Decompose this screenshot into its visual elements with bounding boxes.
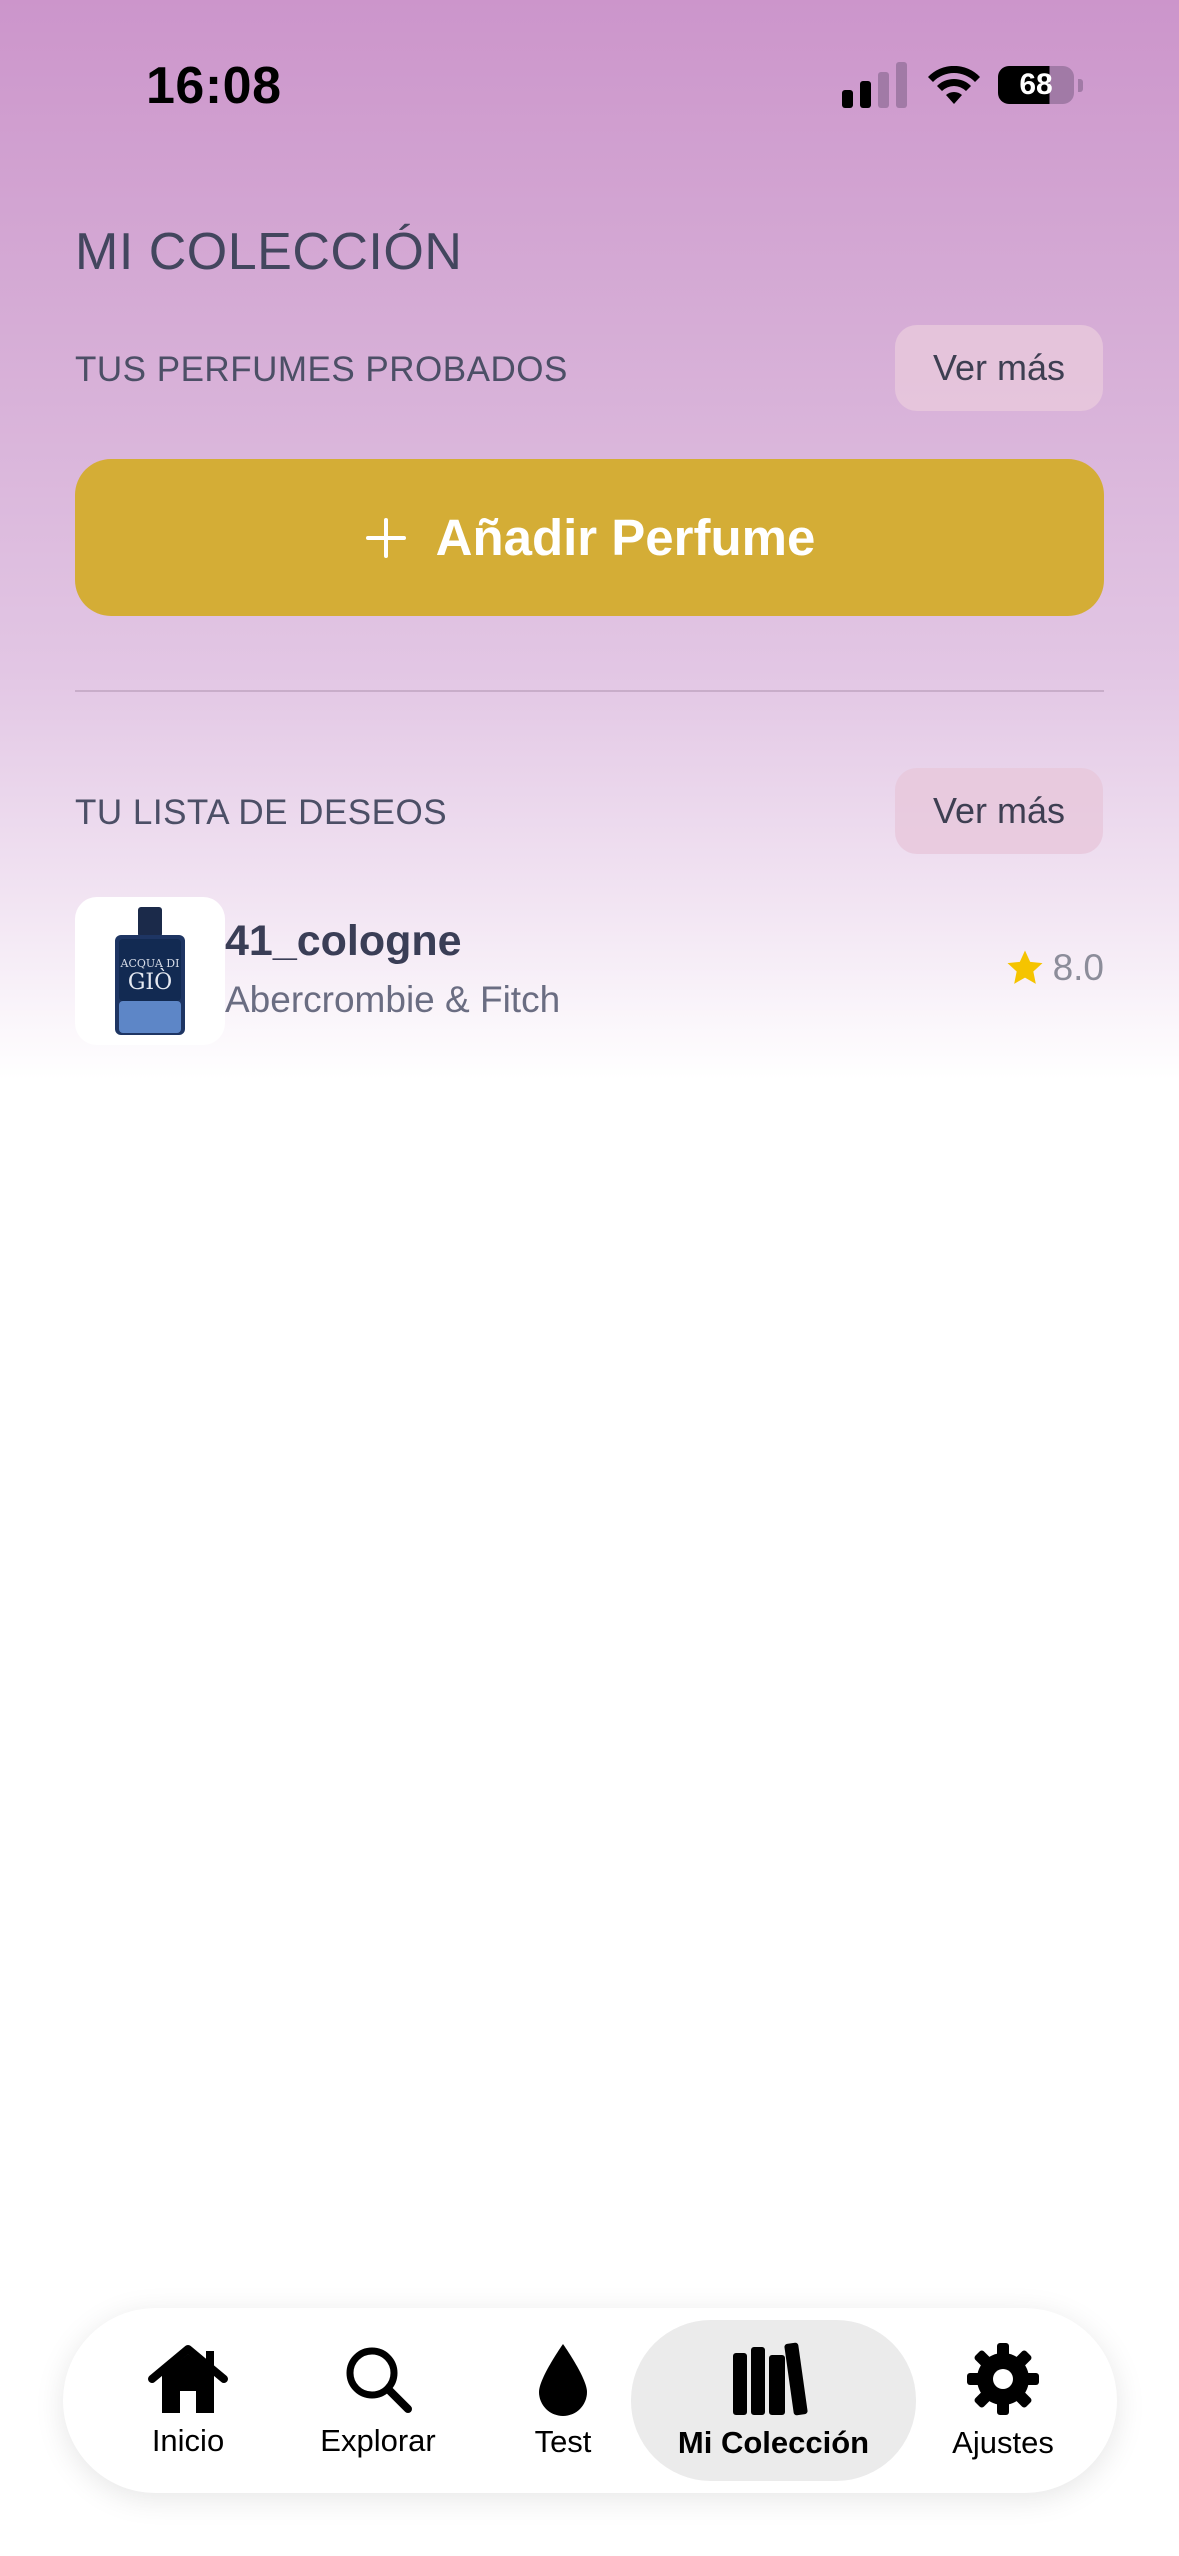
home-icon — [148, 2344, 228, 2413]
page-title: MI COLECCIÓN — [75, 223, 463, 281]
tab-label-explorar: Explorar — [320, 2422, 436, 2458]
tab-label-test: Test — [534, 2423, 592, 2459]
tab-ajustes[interactable]: Ajustes — [933, 2308, 1073, 2493]
gear-icon — [967, 2342, 1039, 2415]
wishlist-see-more-button[interactable]: Ver más — [895, 768, 1103, 854]
svg-text:ACQUA DI: ACQUA DI — [120, 957, 180, 970]
tab-inicio[interactable]: Inicio — [118, 2308, 258, 2493]
battery-indicator: 68 — [998, 66, 1074, 104]
section-divider — [75, 690, 1104, 692]
perfume-rating: 8.0 — [1005, 947, 1104, 989]
bottom-tab-bar: Inicio Explorar Test Mi Colección Ajuste… — [63, 2308, 1117, 2493]
plus-icon — [364, 516, 408, 560]
add-perfume-button[interactable]: Añadir Perfume — [75, 459, 1104, 616]
tab-explorar[interactable]: Explorar — [298, 2308, 458, 2493]
status-time: 16:08 — [146, 57, 282, 115]
drop-icon — [539, 2343, 587, 2416]
wishlist-item[interactable]: ACQUA DI GIÒ 41_cologne Abercrombie & Fi… — [75, 897, 1104, 1047]
add-perfume-label: Añadir Perfume — [435, 509, 816, 566]
star-icon — [1005, 948, 1045, 988]
wifi-icon — [928, 66, 980, 104]
tab-label-ajustes: Ajustes — [952, 2424, 1054, 2460]
tab-label-inicio: Inicio — [151, 2422, 225, 2458]
perfume-name: 41_cologne — [225, 917, 462, 965]
svg-text:GIÒ: GIÒ — [128, 968, 172, 995]
status-icons: 68 — [842, 62, 1083, 112]
tab-test[interactable]: Test — [503, 2308, 623, 2493]
rating-value: 8.0 — [1052, 947, 1104, 988]
books-icon — [732, 2342, 808, 2415]
search-icon — [346, 2347, 412, 2413]
tried-section-label: TUS PERFUMES PROBADOS — [75, 350, 568, 389]
cellular-signal-icon — [842, 62, 908, 108]
tab-mi-coleccion[interactable]: Mi Colección — [631, 2308, 916, 2493]
tab-label-mi-coleccion: Mi Colección — [677, 2424, 870, 2460]
tried-see-more-button[interactable]: Ver más — [895, 325, 1103, 411]
wishlist-section-label: TU LISTA DE DESEOS — [75, 793, 448, 832]
perfume-bottle-image: ACQUA DI GIÒ — [75, 897, 225, 1045]
perfume-brand: Abercrombie & Fitch — [225, 979, 561, 1020]
battery-tip — [1078, 79, 1083, 92]
